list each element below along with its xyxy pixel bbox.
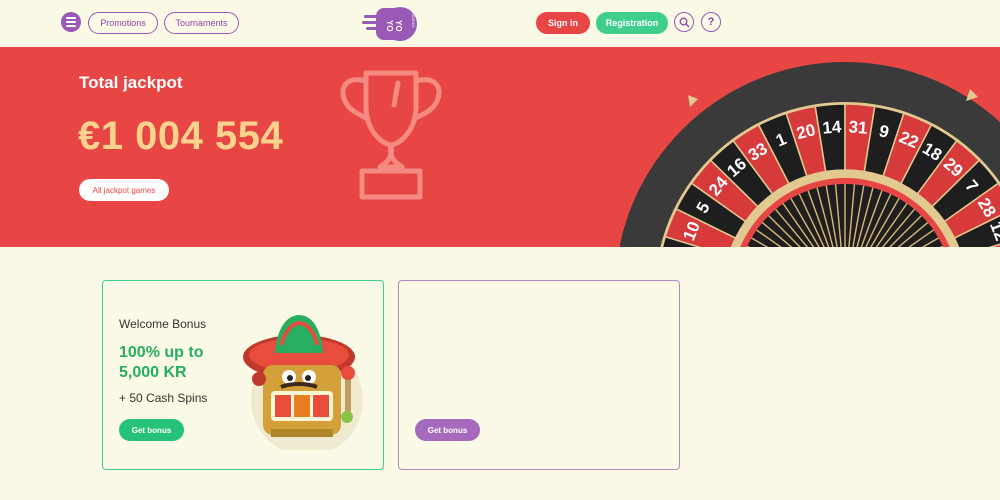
help-button[interactable]: ? [701, 12, 721, 32]
svg-text:YO: YO [385, 20, 394, 32]
nav-promotions[interactable]: Promotions [88, 12, 158, 34]
welcome-bonus-card: Welcome Bonus 100% up to 5,000 KR + 50 C… [102, 280, 384, 470]
jackpot-title: Total jackpot [79, 73, 183, 92]
search-button[interactable] [674, 12, 694, 32]
bonus-card-2: Get bonus [398, 280, 680, 470]
roulette-number: 14 [822, 117, 843, 137]
svg-text:CASINO: CASINO [411, 12, 416, 27]
roulette-wheel-image: 23105241633120143192218297281235 [620, 62, 1000, 247]
jackpot-banner: Total jackpot €1 004 554 All jackpot gam… [0, 47, 1000, 247]
roulette-number: 31 [848, 117, 868, 137]
sombrero-slot-mascot-image [243, 315, 363, 450]
nav-tournaments[interactable]: Tournaments [164, 12, 239, 34]
cash-spins-text: + 50 Cash Spins [119, 391, 208, 405]
top-header: Promotions Tournaments YO YO CASINO Sign… [0, 0, 1000, 47]
jackpot-amount: €1 004 554 [78, 114, 284, 158]
registration-button[interactable]: Registration [596, 12, 668, 34]
trophy-icon [340, 70, 442, 200]
svg-text:YO: YO [394, 20, 403, 32]
bonus-offer: 100% up to 5,000 KR [119, 344, 204, 381]
menu-icon [66, 17, 76, 19]
get-bonus-button-2[interactable]: Get bonus [415, 419, 480, 441]
sign-in-button[interactable]: Sign in [536, 12, 590, 34]
yoyo-casino-logo[interactable]: YO YO CASINO [362, 6, 420, 42]
all-jackpot-games-button[interactable]: All jackpot games [79, 179, 169, 201]
get-bonus-button[interactable]: Get bonus [119, 419, 184, 441]
menu-button[interactable] [61, 12, 81, 32]
card-title: Welcome Bonus [119, 317, 207, 331]
search-icon [679, 17, 689, 27]
